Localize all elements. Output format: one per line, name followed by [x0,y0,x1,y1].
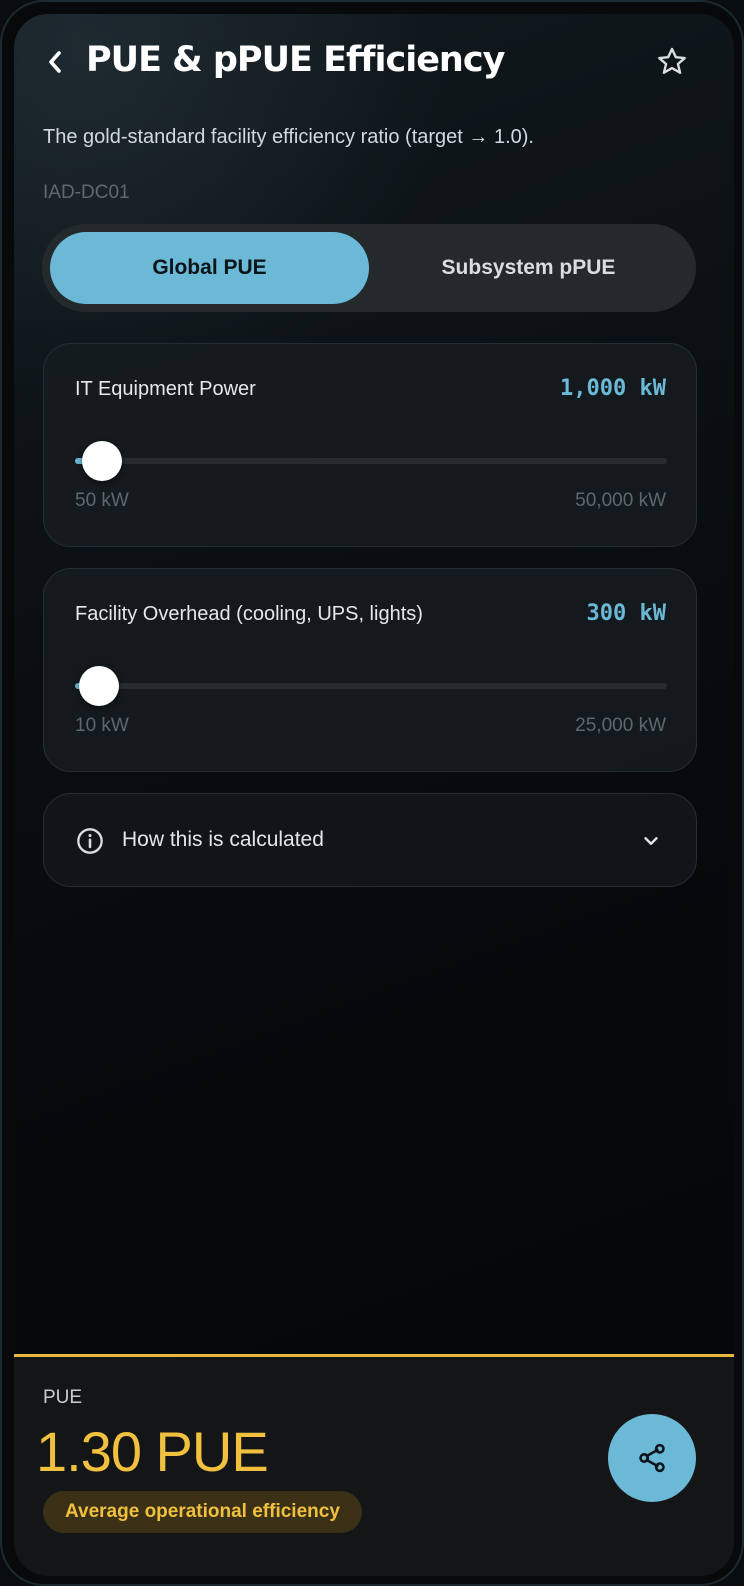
efficiency-badge: Average operational efficiency [43,1491,362,1533]
back-button[interactable] [40,44,70,80]
tab-global-pue[interactable]: Global PUE [50,232,369,304]
site-id: IAD-DC01 [43,182,130,203]
info-circle-icon [77,828,103,854]
chevron-left-icon [49,51,61,73]
star-outline-icon [658,47,686,74]
overhead-value: 300 kW [586,601,666,626]
overhead-card: Facility Overhead (cooling, UPS, lights)… [43,568,697,772]
calculation-info-toggle[interactable]: How this is calculated [43,793,697,887]
chevron-down-icon [644,837,658,845]
tab-subsystem-ppue[interactable]: Subsystem pPUE [369,232,688,304]
mode-toggle: Global PUE Subsystem pPUE [42,224,696,312]
it-power-label: IT Equipment Power [75,378,256,400]
device-frame: PUE & pPUE Efficiency The gold-standard … [0,0,744,1586]
overhead-min: 10 kW [75,715,129,736]
it-power-slider-thumb[interactable] [81,441,122,481]
favorite-button[interactable] [654,44,690,80]
overhead-max: 25,000 kW [575,715,666,736]
page-subtitle: The gold-standard facility efficiency ra… [43,126,534,148]
overhead-label: Facility Overhead (cooling, UPS, lights) [75,603,423,625]
calculation-info-label: How this is calculated [122,828,324,851]
it-power-max: 50,000 kW [575,490,666,511]
share-button[interactable] [608,1414,696,1502]
app-screen: PUE & pPUE Efficiency The gold-standard … [14,14,734,1576]
it-power-min: 50 kW [75,490,129,511]
result-value: 1.30 PUE [36,1420,269,1483]
share-icon [639,1443,665,1473]
it-power-card: IT Equipment Power 1,000 kW 50 kW 50,000… [43,343,697,547]
it-power-slider[interactable] [75,441,667,481]
it-power-value: 1,000 kW [560,376,666,401]
header: PUE & pPUE Efficiency [14,14,734,124]
overhead-slider[interactable] [75,666,667,706]
overhead-slider-thumb[interactable] [78,666,119,706]
result-label: PUE [43,1387,83,1408]
page-title: PUE & pPUE Efficiency [86,40,505,80]
result-panel: PUE 1.30 PUE Average operational efficie… [14,1354,734,1576]
